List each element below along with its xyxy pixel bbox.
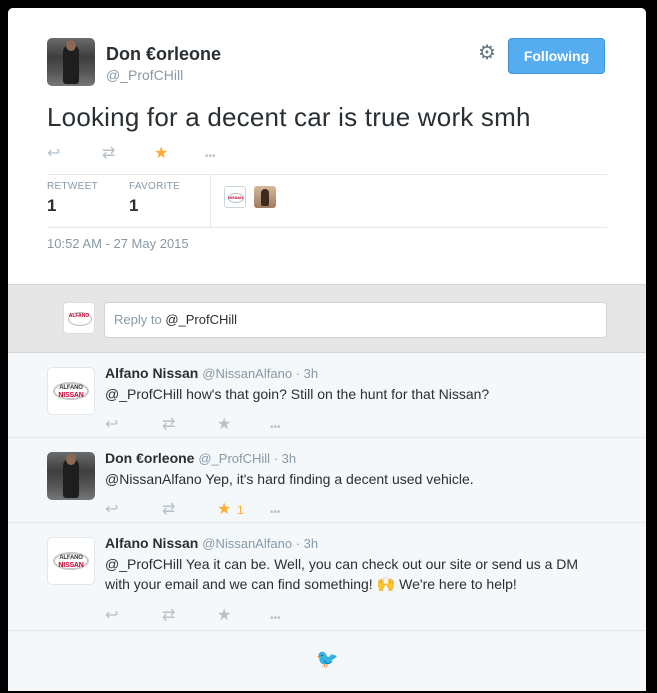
reply-text: @_ProfCHill how's that goin? Still on th… [105, 386, 490, 402]
reply-icon[interactable]: ↩ [105, 501, 118, 519]
reply-composer: ALFANO Reply to @_ProfCHill [8, 284, 646, 353]
reply-input[interactable]: Reply to @_ProfCHill [104, 302, 607, 338]
reply-author[interactable]: Alfano Nissan @NissanAlfano · 3h [105, 535, 318, 551]
tweet-card: Don €orleone @_ProfCHill ⚙ Following Loo… [8, 8, 646, 691]
avatar[interactable]: ALFANO NISSAN [47, 537, 95, 585]
main-tweet: Don €orleone @_ProfCHill ⚙ Following Loo… [8, 8, 646, 284]
list-item[interactable]: Don €orleone @_ProfCHill · 3h @NissanAlf… [8, 438, 646, 523]
reply-actions: ↩ ⇄ ★ ••• [105, 416, 325, 436]
divider [210, 175, 211, 227]
reply-text: @_ProfCHill Yea it can be. Well, you can… [105, 556, 579, 593]
tweet-text: Looking for a decent car is true work sm… [47, 102, 531, 132]
favoriter-avatar[interactable]: NISSAN [224, 186, 246, 208]
reply-text: @NissanAlfano Yep, it's hard finding a d… [105, 471, 474, 487]
avatar[interactable] [47, 452, 95, 500]
more-icon[interactable]: ••• [205, 148, 216, 166]
reply-icon[interactable]: ↩ [105, 607, 118, 625]
retweet-icon[interactable]: ⇄ [162, 607, 175, 625]
more-icon[interactable]: ••• [270, 419, 281, 437]
reply-actions: ↩ ⇄ ★ ••• [105, 607, 325, 627]
retweet-icon[interactable]: ⇄ [102, 145, 115, 163]
favorite-count[interactable]: 1 [129, 196, 138, 216]
favorite-icon[interactable]: ★ [154, 145, 168, 163]
gear-icon[interactable]: ⚙ [476, 42, 498, 64]
list-item[interactable]: ALFANO NISSAN Alfano Nissan @NissanAlfano… [8, 353, 646, 438]
list-item[interactable]: ALFANO NISSAN Alfano Nissan @NissanAlfano… [8, 523, 646, 631]
divider [47, 174, 607, 175]
raised-hands-emoji: 🙌 [376, 576, 396, 593]
favorite-icon[interactable]: ★ [217, 416, 231, 434]
more-icon[interactable]: ••• [270, 610, 281, 628]
favorite-icon[interactable]: ★ [217, 607, 231, 625]
reply-icon[interactable]: ↩ [105, 416, 118, 434]
avatar: ALFANO [63, 302, 95, 334]
favoriter-avatar[interactable] [254, 186, 276, 208]
reply-list: ALFANO NISSAN Alfano Nissan @NissanAlfano… [8, 353, 646, 691]
tweet-actions: ↩ ⇄ ★ ••• [47, 145, 347, 165]
avatar[interactable] [47, 38, 95, 86]
reply-author[interactable]: Don €orleone @_ProfCHill · 3h [105, 450, 296, 466]
favorite-icon[interactable]: ★ [217, 501, 231, 519]
following-button[interactable]: Following [508, 38, 605, 74]
retweet-icon[interactable]: ⇄ [162, 416, 175, 434]
divider [47, 227, 607, 228]
retweet-icon[interactable]: ⇄ [162, 501, 175, 519]
author-handle[interactable]: @_ProfCHill [106, 67, 183, 83]
retweet-count[interactable]: 1 [47, 196, 56, 216]
reply-actions: ↩ ⇄ ★ 1 ••• [105, 501, 325, 521]
reply-icon[interactable]: ↩ [47, 145, 60, 163]
twitter-bird-icon[interactable]: 🐦 [316, 649, 338, 670]
reply-author[interactable]: Alfano Nissan @NissanAlfano · 3h [105, 365, 318, 381]
author-name[interactable]: Don €orleone [106, 44, 221, 65]
favorite-label[interactable]: FAVORITE [129, 181, 180, 192]
tweet-timestamp[interactable]: 10:52 AM - 27 May 2015 [47, 236, 189, 251]
retweet-label[interactable]: RETWEET [47, 181, 98, 192]
more-icon[interactable]: ••• [270, 504, 281, 522]
favorite-count: 1 [237, 503, 244, 517]
avatar[interactable]: ALFANO NISSAN [47, 367, 95, 415]
